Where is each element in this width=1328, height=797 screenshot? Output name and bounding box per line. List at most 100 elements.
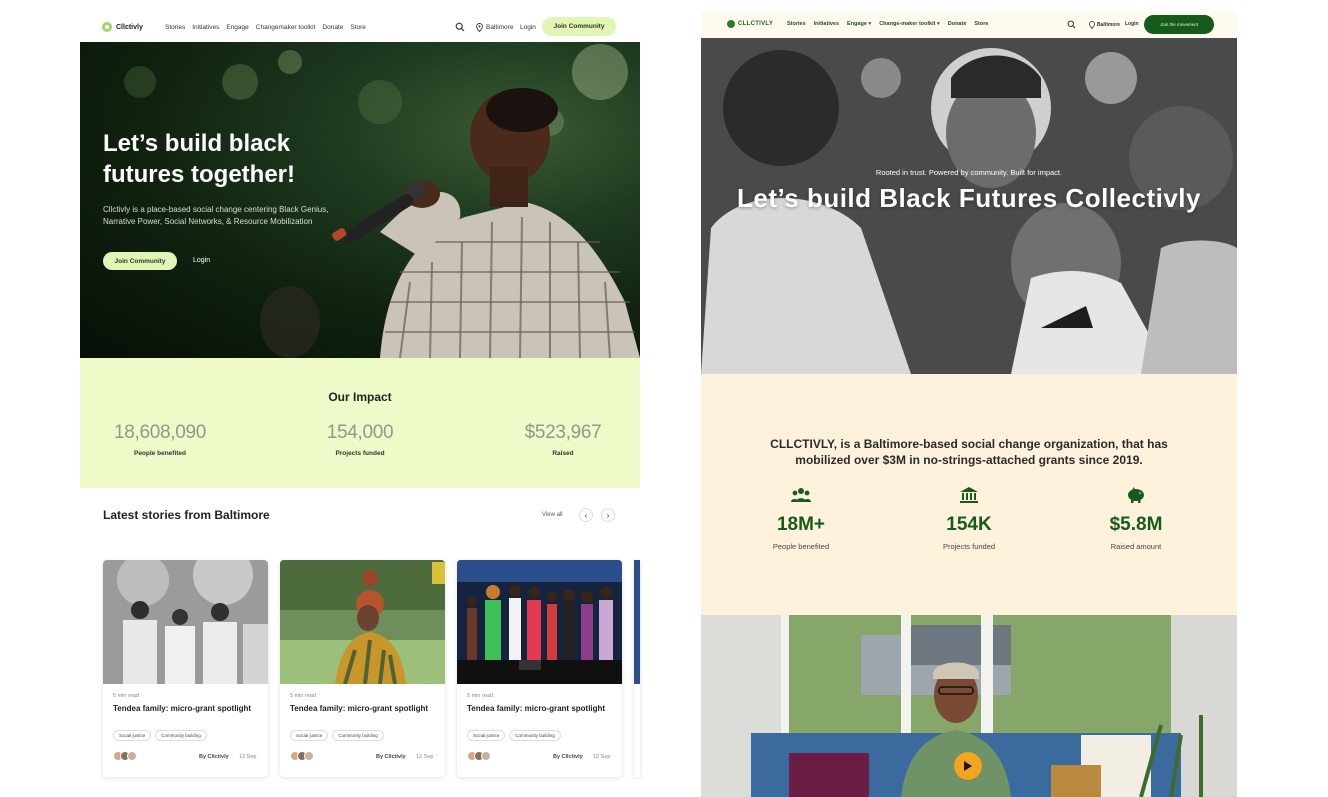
nav-item-engage[interactable]: Engage ▾ — [847, 21, 871, 27]
location-pin-icon — [476, 23, 483, 32]
tag[interactable]: Community building — [155, 730, 207, 741]
prev-arrow-button[interactable]: ‹ — [579, 508, 593, 522]
story-tags: Social justice Community building — [113, 730, 207, 741]
stat-value: 18,608,090 — [113, 422, 207, 443]
hero-photo — [124, 44, 640, 358]
impact-stat-projects: 154,000 Projects funded — [280, 422, 440, 457]
stat-value: 18M+ — [776, 514, 826, 535]
avatar-group — [290, 751, 314, 761]
nav-menu: Stories Initiatives Engage Changemaker t… — [165, 24, 366, 31]
logo[interactable]: CLLCTIVLY — [727, 20, 773, 28]
nav-item-store[interactable]: Store — [350, 24, 366, 31]
bank-icon — [960, 487, 978, 503]
tag[interactable]: Social justice — [113, 730, 152, 741]
read-time: 5 min read — [467, 693, 493, 699]
join-movement-button[interactable]: Join the movement — [1144, 15, 1214, 34]
stat-label: People benefited — [772, 542, 830, 551]
play-icon — [964, 761, 972, 771]
avatar — [127, 751, 137, 761]
nav-item-initiatives[interactable]: Initiatives — [192, 24, 219, 31]
nav-menu: Stories Initiatives Engage ▾ Change-make… — [787, 21, 988, 27]
nav-item-stories[interactable]: Stories — [787, 21, 806, 27]
nav-item-donate[interactable]: Donate — [948, 21, 967, 27]
nav-item-donate[interactable]: Donate — [322, 24, 343, 31]
tag[interactable]: Community building — [509, 730, 561, 741]
date: 12 Sep — [416, 754, 434, 760]
nav-item-engage[interactable]: Engage — [226, 24, 248, 31]
hero-description: Cllctivly is a place-based social change… — [103, 205, 329, 226]
stat-label: Raised — [552, 450, 574, 457]
story-tags: Social justice Community building — [467, 730, 561, 741]
mission-statement: CLLCTIVLY, is a Baltimore-based social c… — [770, 437, 1168, 467]
story-card[interactable]: 5 min read Tendea family: micro-grant sp… — [103, 560, 268, 777]
impact-title: Our Impact — [328, 390, 392, 404]
hero-login-link[interactable]: Login — [193, 257, 210, 264]
location-label: Baltimore — [486, 24, 514, 31]
people-icon — [791, 488, 811, 502]
stat-people: 18M+ People benefited — [726, 486, 876, 551]
stat-label: Projects funded — [335, 450, 385, 457]
author: By Cllctivly — [199, 754, 229, 760]
logo-text: CLLCTIVLY — [738, 21, 774, 27]
search-icon[interactable] — [455, 22, 465, 32]
nav-item-engage-label: Engage — [847, 21, 867, 27]
date: 12 Sep — [239, 754, 257, 760]
nav-item-changemaker-toolkit[interactable]: Changemaker toolkit — [256, 24, 316, 31]
nav-item-toolkit-label: Change-maker toolkit — [879, 21, 936, 27]
play-button[interactable] — [954, 752, 982, 780]
nav-item-store[interactable]: Store — [974, 21, 988, 27]
hero-title: Let’s build Black Futures Collectivly — [737, 183, 1201, 213]
story-image — [280, 560, 445, 684]
impact-stat-raised: $523,967 Raised — [483, 422, 643, 457]
story-card-partial[interactable] — [634, 560, 640, 777]
logo-text: Cllctivly — [116, 23, 143, 31]
story-title[interactable]: Tendea family: micro-grant spotlight — [113, 703, 253, 714]
piggy-bank-icon — [1128, 487, 1144, 503]
tag[interactable]: Social justice — [290, 730, 329, 741]
nav-item-stories[interactable]: Stories — [165, 24, 185, 31]
story-title[interactable]: Tendea family: micro-grant spotlight — [467, 703, 607, 714]
story-image — [103, 560, 268, 684]
next-arrow-button[interactable]: › — [601, 508, 615, 522]
stories-title: Latest stories from Baltimore — [103, 508, 270, 522]
hero-section: Rooted in trust. Powered by community. B… — [701, 38, 1237, 374]
hero-section: Let’s build black futures together! Cllc… — [80, 42, 640, 358]
hero-title: Let’s build black futures together! — [103, 130, 295, 188]
date: 12 Sep — [593, 754, 611, 760]
location-label: Baltimore — [1097, 22, 1121, 28]
stat-value: 154,000 — [326, 422, 394, 443]
stat-value: 154K — [946, 514, 992, 535]
logo[interactable]: Cllctivly — [102, 22, 143, 32]
top-nav: CLLCTIVLY Stories Initiatives Engage ▾ C… — [701, 12, 1237, 38]
story-image — [457, 560, 622, 684]
stat-raised: $5.8M Raised amount — [1061, 486, 1211, 551]
nav-item-initiatives[interactable]: Initiatives — [814, 21, 839, 27]
login-link[interactable]: Login — [1125, 21, 1139, 27]
join-community-button[interactable]: Join Community — [542, 17, 616, 36]
search-icon[interactable] — [1067, 20, 1076, 29]
author: By Cllctivly — [553, 754, 583, 760]
story-title[interactable]: Tendea family: micro-grant spotlight — [290, 703, 430, 714]
right-mockup: CLLCTIVLY Stories Initiatives Engage ▾ C… — [701, 12, 1237, 797]
nav-item-change-maker-toolkit[interactable]: Change-maker toolkit ▾ — [879, 21, 940, 27]
tag[interactable]: Social justice — [467, 730, 506, 741]
hero-kicker: Rooted in trust. Powered by community. B… — [875, 168, 1063, 177]
author: By Cllctivly — [376, 754, 406, 760]
stat-value: $5.8M — [1109, 514, 1163, 535]
impact-section: Our Impact 18,608,090 People benefited 1… — [80, 358, 640, 488]
stat-label: Raised amount — [1110, 542, 1162, 551]
stat-label: People benefited — [133, 450, 186, 457]
story-card[interactable]: 5 min read Tendea family: micro-grant sp… — [280, 560, 445, 777]
avatar — [304, 751, 314, 761]
stat-projects: 154K Projects funded — [894, 486, 1044, 551]
location-selector[interactable]: Baltimore — [476, 23, 513, 32]
mission-section: CLLCTIVLY, is a Baltimore-based social c… — [701, 374, 1237, 615]
tag[interactable]: Community building — [332, 730, 384, 741]
chevron-down-icon: ▾ — [868, 21, 872, 27]
video-section[interactable] — [701, 615, 1237, 797]
hero-join-button[interactable]: Join Community — [103, 252, 177, 270]
view-all-link[interactable]: View all — [542, 512, 563, 518]
login-link[interactable]: Login — [520, 24, 536, 31]
location-selector[interactable]: Baltimore — [1089, 21, 1120, 29]
story-card[interactable]: 5 min read Tendea family: micro-grant sp… — [457, 560, 622, 777]
